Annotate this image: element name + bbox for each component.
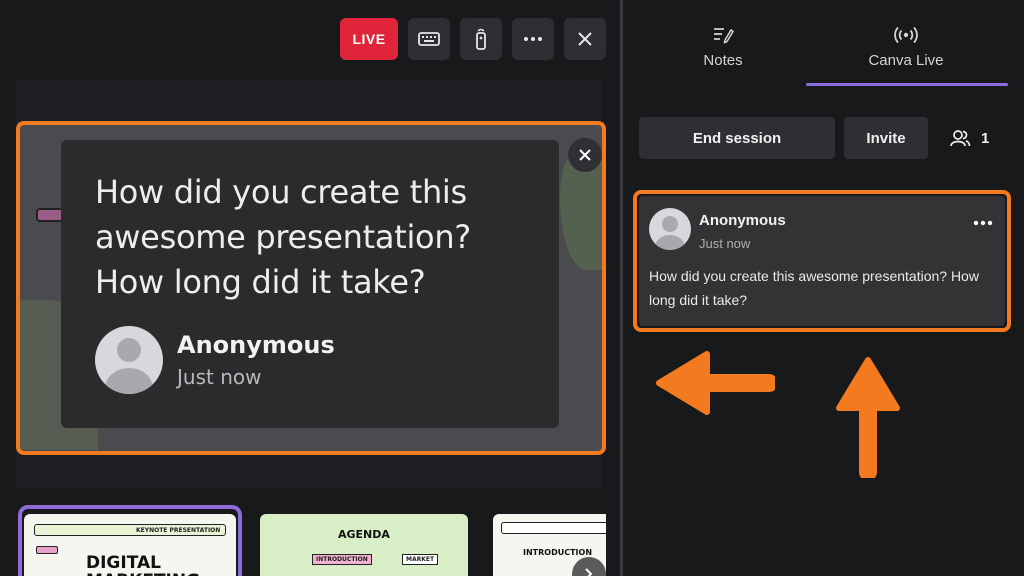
keyboard-shortcuts-button[interactable] bbox=[408, 18, 450, 60]
notes-icon bbox=[714, 28, 734, 44]
presenter-toolbar: LIVE bbox=[340, 18, 606, 60]
highlight-frame bbox=[633, 190, 1011, 332]
tab-canva-live-label: Canva Live bbox=[868, 52, 944, 69]
live-button[interactable]: LIVE bbox=[340, 18, 398, 60]
thumbnail-item: INTRODUCTION bbox=[312, 554, 372, 565]
thumbnail-item: MARKET bbox=[402, 554, 439, 565]
broadcast-icon bbox=[894, 26, 918, 44]
people-icon bbox=[950, 130, 971, 147]
slide-thumbnails: KEYNOTE PRESENTATION DIGITAL MARKETING A… bbox=[16, 505, 606, 576]
side-panel: Notes Canva Live End session Invite 1 An… bbox=[623, 0, 1024, 576]
arrow-left-icon bbox=[656, 351, 775, 415]
end-session-button[interactable]: End session bbox=[639, 117, 835, 159]
thumbnail-slide-2[interactable]: AGENDA INTRODUCTION MARKET bbox=[260, 514, 468, 576]
panel-tabs: Notes Canva Live bbox=[623, 24, 1024, 86]
presenter-view: LIVE How did you create this awesome pre… bbox=[0, 0, 620, 576]
session-actions: End session Invite 1 bbox=[639, 117, 989, 159]
tab-notes[interactable]: Notes bbox=[623, 24, 823, 86]
arrow-up-icon bbox=[836, 357, 900, 478]
participants-indicator[interactable]: 1 bbox=[949, 129, 989, 147]
thumbnail-subtitle: KEYNOTE PRESENTATION bbox=[136, 527, 221, 534]
tab-notes-label: Notes bbox=[703, 52, 743, 69]
thumbnail-title: DIGITAL MARKETING bbox=[86, 553, 200, 576]
thumbnail-title: AGENDA bbox=[338, 528, 390, 541]
remote-control-button[interactable] bbox=[460, 18, 502, 60]
tab-canva-live[interactable]: Canva Live bbox=[806, 24, 1006, 86]
thumbnail-title: INTRODUCTION bbox=[523, 548, 593, 557]
keyboard-icon bbox=[418, 32, 440, 46]
chevron-right-icon bbox=[585, 568, 593, 576]
invite-button[interactable]: Invite bbox=[844, 117, 928, 159]
highlight-frame bbox=[16, 121, 606, 455]
exit-presenter-button[interactable] bbox=[564, 18, 606, 60]
more-options-button[interactable] bbox=[512, 18, 554, 60]
thumbnail-slide-1[interactable]: KEYNOTE PRESENTATION DIGITAL MARKETING bbox=[24, 514, 236, 576]
active-tab-indicator bbox=[806, 83, 1008, 86]
close-icon bbox=[578, 32, 592, 46]
remote-icon bbox=[476, 28, 486, 50]
more-icon bbox=[524, 37, 542, 41]
app-root: LIVE How did you create this awesome pre… bbox=[0, 0, 1024, 576]
participant-count: 1 bbox=[981, 129, 990, 147]
